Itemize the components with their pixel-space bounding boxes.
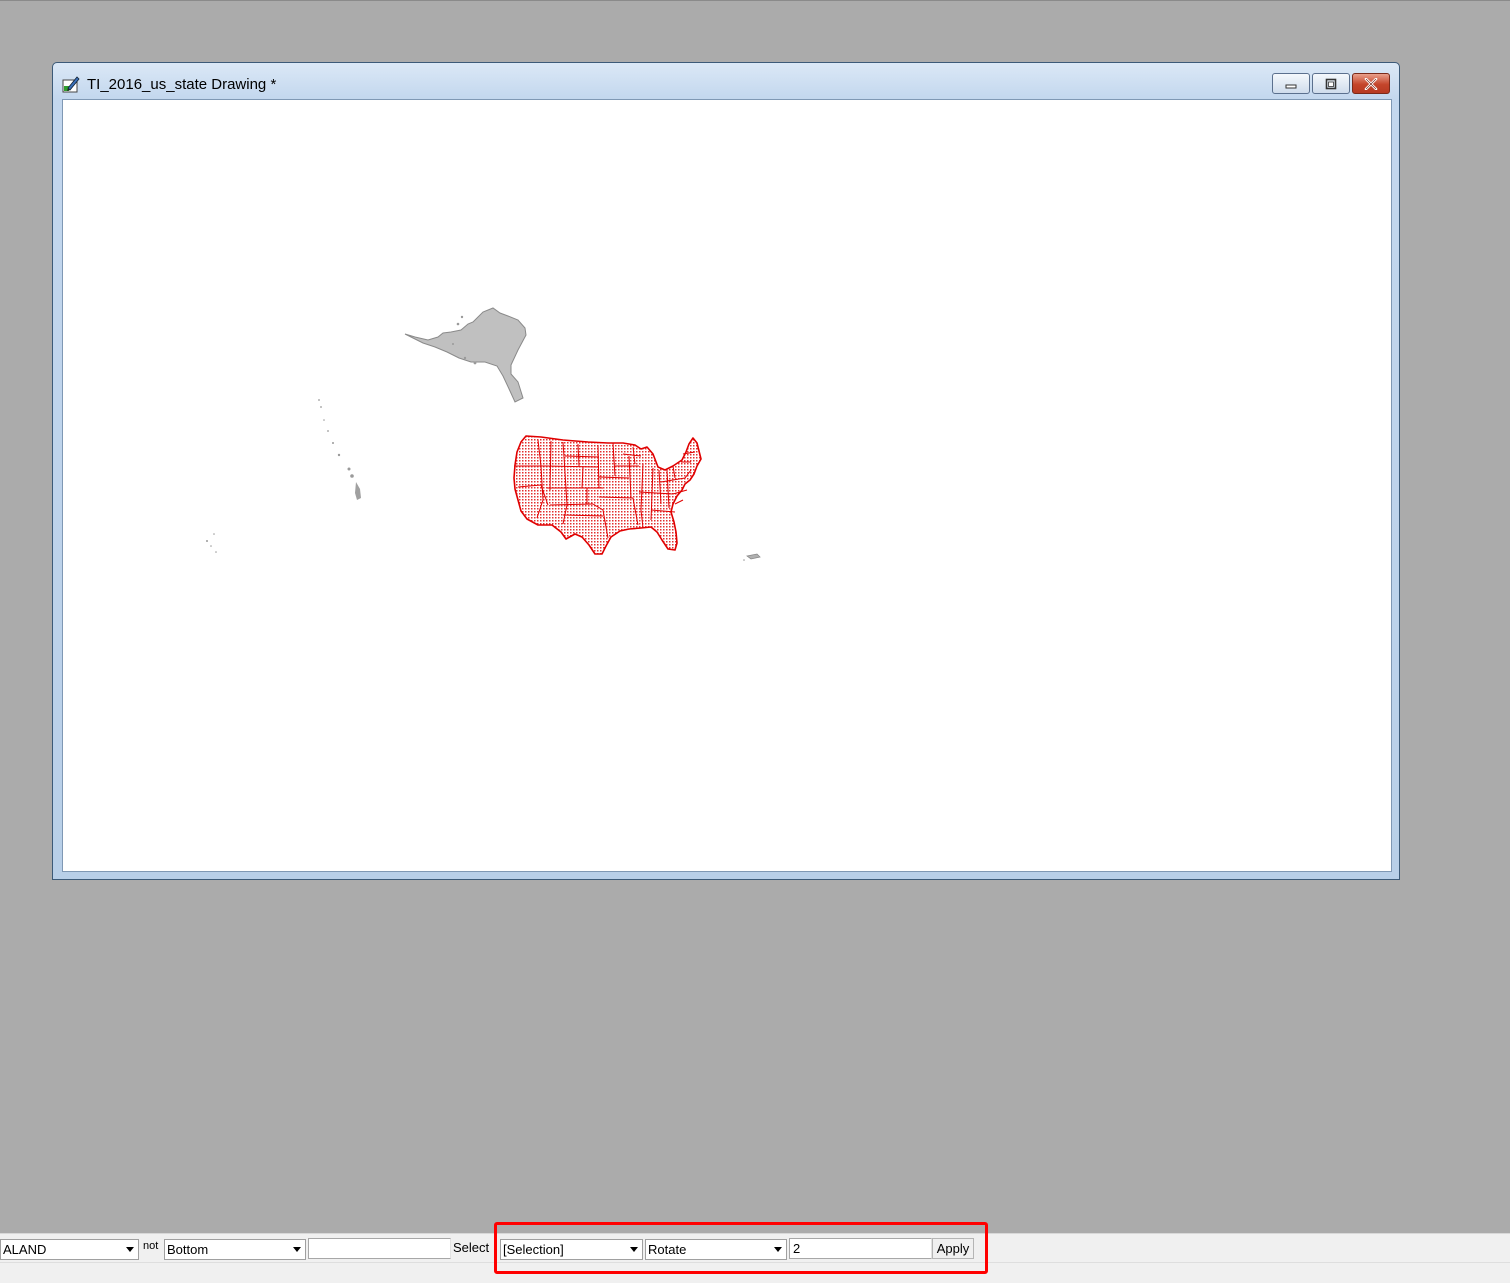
close-icon bbox=[1364, 77, 1378, 90]
target-combo[interactable]: [Selection] bbox=[500, 1239, 643, 1260]
hawaii-shape[interactable] bbox=[318, 399, 361, 500]
value-input[interactable] bbox=[308, 1238, 451, 1259]
close-button[interactable] bbox=[1352, 73, 1390, 94]
maximize-icon bbox=[1325, 78, 1337, 89]
field-combo[interactable]: ALAND bbox=[0, 1239, 139, 1260]
alaska-shape[interactable] bbox=[404, 307, 527, 403]
window-titlebar[interactable]: TI_2016_us_state Drawing * bbox=[53, 63, 1399, 99]
maximize-button[interactable] bbox=[1312, 73, 1350, 94]
field-combo-value: ALAND bbox=[3, 1242, 47, 1257]
caption-buttons bbox=[1272, 73, 1390, 95]
minimize-icon bbox=[1285, 84, 1297, 88]
not-label: not bbox=[143, 1240, 159, 1252]
status-bar bbox=[0, 1262, 1510, 1283]
chevron-down-icon bbox=[126, 1247, 134, 1252]
select-label: Select bbox=[453, 1240, 490, 1255]
drawing-app-icon bbox=[62, 75, 80, 93]
window-title: TI_2016_us_state Drawing * bbox=[87, 76, 277, 93]
contiguous-us-shape[interactable] bbox=[513, 435, 702, 555]
drawing-canvas[interactable] bbox=[62, 99, 1392, 872]
chevron-down-icon bbox=[293, 1247, 301, 1252]
amount-input[interactable]: 2 bbox=[789, 1238, 932, 1259]
action-combo-value: Rotate bbox=[648, 1242, 687, 1257]
minimize-button[interactable] bbox=[1272, 73, 1310, 94]
drawing-window[interactable]: TI_2016_us_state Drawing * bbox=[52, 62, 1400, 880]
target-combo-value: [Selection] bbox=[503, 1242, 564, 1257]
position-combo-value: Bottom bbox=[167, 1242, 209, 1257]
chevron-down-icon bbox=[630, 1247, 638, 1252]
pacific-islands-shape bbox=[206, 533, 217, 553]
apply-button[interactable]: Apply bbox=[932, 1238, 974, 1259]
action-combo[interactable]: Rotate bbox=[645, 1239, 787, 1260]
chevron-down-icon bbox=[774, 1247, 782, 1252]
position-combo[interactable]: Bottom bbox=[164, 1239, 306, 1260]
puerto-rico-shape[interactable] bbox=[743, 553, 761, 561]
top-border bbox=[0, 0, 1510, 1]
bottom-toolbar: ALAND not Bottom Select [Selection] Rota… bbox=[0, 1233, 1510, 1262]
